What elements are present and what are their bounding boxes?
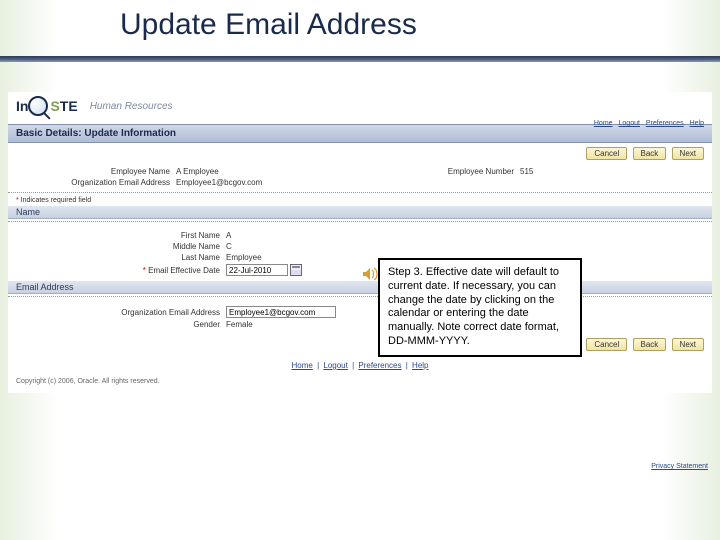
required-text: Indicates required field: [19, 197, 91, 204]
gender-value: Female: [226, 320, 253, 329]
emp-number-label: Employee Number: [360, 167, 520, 176]
middle-name-label: Middle Name: [16, 242, 226, 251]
emp-name-value: A Employee: [176, 167, 219, 176]
name-form: First Name A Middle Name C Last Name Emp…: [8, 224, 712, 281]
email-form: Organization Email Address Gender Female: [8, 299, 712, 334]
title-underline: [0, 56, 720, 62]
cancel-button[interactable]: Cancel: [586, 147, 627, 160]
calendar-icon[interactable]: [290, 264, 302, 276]
org-email-form-label: Organization Email Address: [16, 308, 226, 317]
bottom-button-row: Cancel Back Next: [8, 334, 712, 355]
required-note: * Indicates required field: [8, 195, 712, 206]
footer-links: Home | Logout | Preferences | Help: [8, 355, 712, 376]
emp-number-value: 515: [520, 167, 533, 176]
divider: [8, 296, 712, 297]
top-button-row: Cancel Back Next: [8, 143, 712, 164]
back-button[interactable]: Back: [633, 338, 667, 351]
footer-prefs-link[interactable]: Preferences: [358, 361, 401, 370]
magnifier-icon: [28, 96, 48, 116]
logout-link[interactable]: Logout: [619, 120, 640, 127]
next-button[interactable]: Next: [672, 338, 704, 351]
first-name-label: First Name: [16, 231, 226, 240]
last-name-label: Last Name: [16, 253, 226, 262]
section-name: Name: [8, 206, 712, 219]
org-email-label: Organization Email Address: [16, 178, 176, 187]
instruction-callout: Step 3. Effective date will default to c…: [378, 258, 582, 357]
employee-summary: Employee Name A Employee Organization Em…: [8, 164, 712, 190]
help-link[interactable]: Help: [690, 120, 704, 127]
app-window: In S TE Human Resources Basic Details: U…: [8, 92, 712, 393]
privacy-link[interactable]: Privacy Statement: [651, 463, 708, 470]
footer-help-link[interactable]: Help: [412, 361, 428, 370]
hr-label: Human Resources: [90, 101, 173, 112]
prefs-link[interactable]: Preferences: [646, 120, 684, 127]
slide-title: Update Email Address: [120, 8, 417, 42]
effective-date-label: * Email Effective Date: [16, 266, 226, 275]
back-button[interactable]: Back: [633, 147, 667, 160]
last-name-value: Employee: [226, 253, 262, 262]
first-name-value: A: [226, 231, 231, 240]
speaker-icon: [362, 266, 378, 282]
emp-name-label: Employee Name: [16, 167, 176, 176]
top-links: Home Logout Preferences Help: [590, 120, 704, 127]
org-email-input[interactable]: [226, 306, 336, 318]
divider: [8, 221, 712, 222]
logo-text-in: In: [16, 98, 28, 114]
logo-text-s: S: [50, 98, 59, 114]
effective-date-input[interactable]: [226, 264, 288, 276]
cancel-button[interactable]: Cancel: [586, 338, 627, 351]
home-link[interactable]: Home: [594, 120, 613, 127]
gender-label: Gender: [16, 320, 226, 329]
divider: [8, 192, 712, 193]
footer-home-link[interactable]: Home: [292, 361, 313, 370]
section-email: Email Address: [8, 281, 712, 294]
next-button[interactable]: Next: [672, 147, 704, 160]
logo-text-te: TE: [60, 98, 78, 114]
app-logo: In S TE: [16, 96, 78, 116]
copyright: Copyright (c) 2006, Oracle. All rights r…: [8, 376, 712, 393]
footer-logout-link[interactable]: Logout: [323, 361, 347, 370]
middle-name-value: C: [226, 242, 232, 251]
org-email-value: Employee1@bcgov.com: [176, 178, 262, 187]
